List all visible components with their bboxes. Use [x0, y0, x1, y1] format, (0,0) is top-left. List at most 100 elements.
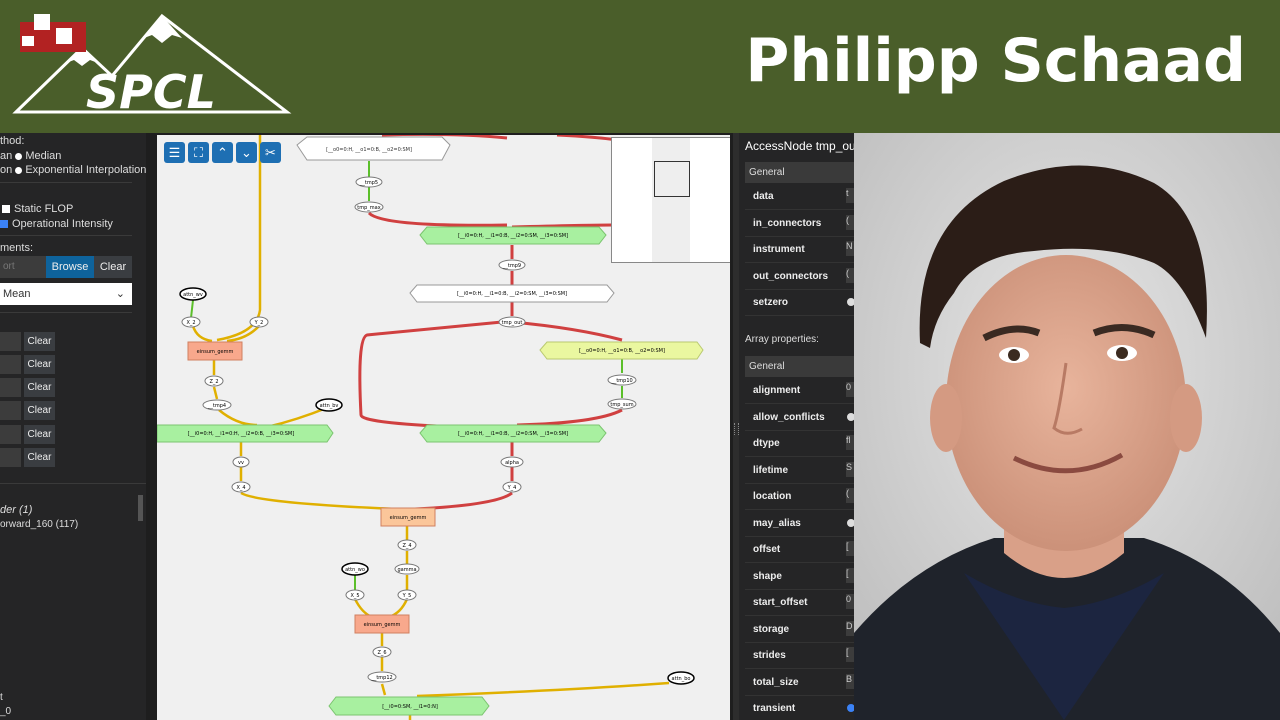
svg-text:tmp_max: tmp_max [357, 205, 380, 211]
edge [416, 681, 670, 698]
property-value-input[interactable]: N [846, 241, 854, 256]
method-option-median[interactable]: an Median [0, 150, 61, 162]
value-input[interactable] [0, 448, 21, 467]
settings-panel: thod: an Median on Exponential Interpola… [0, 133, 146, 720]
tree-item[interactable]: orward_160 (117) [0, 519, 78, 530]
clear-row-button[interactable]: Clear [24, 378, 55, 397]
browse-button[interactable]: Browse [46, 256, 94, 278]
clear-row-button[interactable]: Clear [24, 332, 55, 351]
value-input[interactable] [0, 378, 21, 397]
minimap-viewport[interactable] [654, 161, 690, 197]
tree-header[interactable]: der (1) [0, 504, 32, 516]
property-row-in-connectors: in_connectors ( [745, 211, 854, 237]
property-row-storage: storage D [745, 617, 854, 643]
clear-row-button[interactable]: Clear [24, 355, 55, 374]
scrollbar[interactable] [138, 495, 143, 521]
svg-text:einsum_gemm: einsum_gemm [197, 349, 234, 355]
property-row-transient: transient [745, 696, 854, 720]
section-general[interactable]: General [745, 162, 854, 183]
clear-row-button[interactable]: Clear [24, 448, 55, 467]
access-node-tmp10: __tmp10 [607, 374, 637, 386]
property-value-input[interactable]: ( [846, 267, 854, 283]
access-node-alpha: alpha [500, 456, 524, 468]
svg-text:__tmp4: __tmp4 [207, 403, 226, 409]
property-toggle[interactable] [847, 518, 854, 527]
sdfg-graph-canvas[interactable]: [__o0=0:H, __o1=0:B, __o2=0:SM] __tmp5 t… [157, 135, 730, 720]
static-flop-option[interactable]: Static FLOP [2, 203, 73, 215]
svg-text:einsum_gemm: einsum_gemm [364, 622, 401, 628]
method-option-interp[interactable]: on Exponential Interpolation [0, 164, 146, 176]
radio-icon[interactable] [15, 166, 23, 174]
properties-panel: AccessNode tmp_ou General data t in_connec… [739, 133, 854, 720]
property-row-dtype: dtype fl [745, 431, 854, 457]
property-key: data [753, 191, 774, 202]
property-row-location: location ( [745, 484, 854, 510]
property-key: dtype [753, 438, 780, 449]
property-value-input[interactable]: [ [846, 541, 854, 556]
value-input[interactable] [0, 332, 21, 351]
property-row-allow-conflicts: allow_conflicts [745, 405, 854, 431]
property-value-input[interactable]: 0 [846, 594, 854, 609]
property-toggle[interactable] [847, 704, 854, 712]
value-input[interactable] [0, 425, 21, 444]
chevron-down-icon: ⌄ [115, 288, 125, 300]
property-value-input[interactable]: B [846, 673, 854, 689]
method-label: thod: [0, 135, 25, 147]
property-value-input[interactable]: ( [846, 214, 854, 230]
value-input[interactable] [0, 401, 21, 420]
clear-button[interactable]: Clear [94, 256, 132, 278]
property-value-input[interactable]: ( [846, 488, 854, 503]
map-exit-node-yellow: [__o0=0:H, __o1=0:B, __o2=0:SM] [539, 341, 704, 360]
property-value-input[interactable]: t [846, 188, 854, 203]
file-input[interactable]: ort [0, 256, 46, 278]
property-value-input[interactable]: D [846, 620, 854, 636]
property-row-offset: offset [ [745, 537, 854, 563]
svg-text:__tmp12: __tmp12 [370, 675, 392, 681]
property-value-input[interactable]: fl [846, 435, 854, 450]
access-node-y5: Y_5 [397, 589, 417, 601]
checkbox-icon[interactable] [2, 205, 10, 214]
presenter-image [854, 133, 1280, 720]
measurements-label: ments: [0, 242, 34, 254]
cut-icon[interactable]: ✂ [260, 142, 281, 163]
edge [216, 135, 262, 342]
svg-text:attn_wv: attn_wv [183, 292, 203, 298]
property-toggle[interactable] [847, 412, 854, 421]
edge [511, 320, 623, 342]
svg-text:Z_4: Z_4 [402, 543, 411, 549]
access-node-tmp9: __tmp9 [498, 259, 526, 271]
op-intensity-option[interactable]: Operational Intensity [0, 218, 113, 230]
fit-icon[interactable]: ⛶ [188, 142, 209, 163]
minimap[interactable] [611, 137, 730, 263]
divider [0, 312, 132, 313]
clear-row-button[interactable]: Clear [24, 401, 55, 420]
property-row-alignment: alignment 0 [745, 378, 854, 404]
property-value-input[interactable]: [ [846, 647, 854, 662]
svg-text:X_5: X_5 [350, 593, 359, 599]
clear-row-button[interactable]: Clear [24, 425, 55, 444]
checkbox-checked-icon[interactable] [0, 220, 8, 229]
property-row-instrument: instrument N [745, 237, 854, 263]
property-value-input[interactable]: 0 [846, 382, 854, 397]
edge [240, 491, 398, 511]
edge [226, 325, 260, 343]
access-node-z2: Z_2 [204, 375, 224, 387]
bottom-label: t [0, 692, 3, 703]
section-general-array[interactable]: General [745, 356, 854, 377]
property-key: storage [753, 623, 790, 635]
property-key: may_alias [753, 517, 801, 529]
properties-title: AccessNode tmp_ou [745, 139, 854, 153]
value-input[interactable] [0, 355, 21, 374]
radio-icon[interactable] [15, 152, 23, 160]
menu-icon[interactable]: ☰ [164, 142, 185, 163]
property-value-input[interactable]: [ [846, 567, 854, 583]
property-value-input[interactable]: S [846, 461, 854, 477]
property-key: in_connectors [753, 217, 822, 229]
median-label: Median [25, 150, 62, 162]
expand-icon[interactable]: ⌄ [236, 142, 257, 163]
collapse-icon[interactable]: ⌃ [212, 142, 233, 163]
property-toggle[interactable] [847, 298, 854, 306]
access-node-tmp-max: tmp_max [354, 201, 384, 213]
aggregation-select[interactable]: Mean ⌄ [0, 283, 132, 305]
svg-text:X_4: X_4 [236, 485, 245, 491]
